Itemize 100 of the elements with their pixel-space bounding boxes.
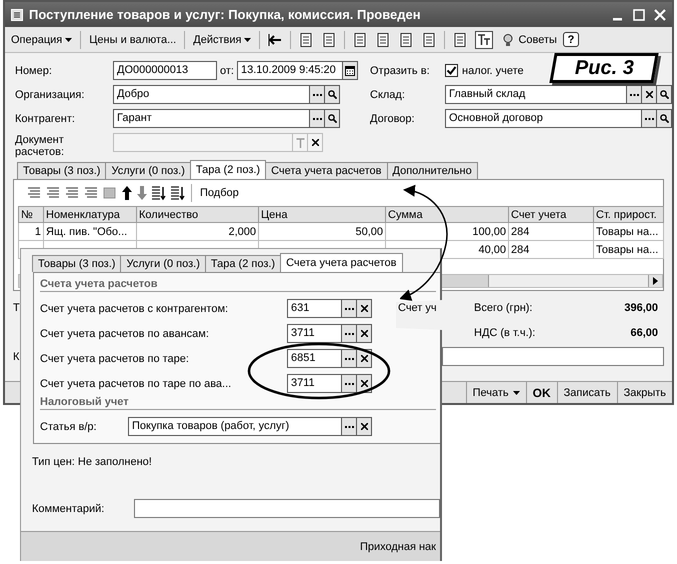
ellipsis-icon <box>630 93 638 96</box>
field-label: Т <box>13 302 20 314</box>
field-label: Отразить в: <box>370 64 431 78</box>
right-arrow-icon[interactable] <box>653 277 658 285</box>
tips-button[interactable]: Советы <box>498 30 560 50</box>
browse-button[interactable] <box>310 109 325 128</box>
input-field[interactable]: Главный склад <box>445 85 627 104</box>
tab[interactable]: Тара (2 поз.) <box>204 255 282 272</box>
table-cell: Ящ. пив. "Обо... <box>44 222 136 240</box>
date-field[interactable]: 13.10.2009 9:45:20 <box>236 61 343 80</box>
table-cell: Товары на... <box>594 222 664 240</box>
tab[interactable]: Тара (2 поз.) <box>190 160 266 179</box>
caret-icon <box>512 390 520 394</box>
action-button[interactable]: Закрыть <box>616 382 672 403</box>
tab[interactable]: Услуги (0 поз.) <box>105 162 191 179</box>
total-label: НДС (в т.ч.): <box>473 326 536 338</box>
search-button[interactable] <box>325 85 340 104</box>
column-header[interactable]: Ст. прирост. <box>594 206 664 222</box>
browse-button[interactable] <box>342 374 357 393</box>
column-header[interactable]: № <box>18 206 44 222</box>
field-label: Счет учета расчетов по таре: <box>40 352 190 364</box>
search-icon <box>328 114 336 123</box>
clear-button[interactable] <box>357 417 372 436</box>
close-icon <box>312 139 318 146</box>
ellipsis-icon <box>344 307 354 310</box>
list-icon[interactable] <box>83 185 99 201</box>
ellipsis-icon <box>344 425 354 428</box>
tab[interactable]: Счета учета расчетов <box>265 162 388 179</box>
tab[interactable]: Счета учета расчетов <box>280 253 403 272</box>
input-field[interactable]: Основной договор <box>445 109 642 128</box>
field-label: Контрагент: <box>15 112 76 126</box>
number-field[interactable]: ДО000000013 <box>113 61 217 80</box>
input-field[interactable]: 631 <box>287 299 342 318</box>
checkbox[interactable] <box>445 64 458 77</box>
list-icon[interactable] <box>26 185 42 201</box>
table-cell: 50,00 <box>258 222 386 240</box>
up-arrow-icon[interactable] <box>121 185 133 201</box>
column-header[interactable]: Номенклатура <box>44 206 136 222</box>
input-field[interactable]: 3711 <box>287 324 342 343</box>
ellipsis-icon <box>344 382 354 385</box>
list-icon[interactable] <box>64 185 80 201</box>
search-button[interactable] <box>657 109 672 128</box>
field-label: Счет учета расчетов по таре по ава... <box>40 378 232 390</box>
search-button[interactable] <box>657 85 672 104</box>
text-format-icon[interactable] <box>475 30 494 48</box>
menu-button[interactable]: Операция <box>8 30 76 48</box>
browse-button[interactable] <box>627 85 642 104</box>
column-header[interactable]: Счет учета <box>508 206 594 222</box>
table-cell: Товары на... <box>594 240 664 258</box>
sort-icon[interactable] <box>170 185 186 201</box>
field-label: Счет учета расчетов с контрагентом: <box>40 302 230 314</box>
list-icon[interactable] <box>45 185 61 201</box>
browse-button[interactable] <box>342 417 357 436</box>
tab[interactable]: Товары (3 поз.) <box>17 162 106 179</box>
field-label: Организация: <box>15 88 86 102</box>
arrow-icon[interactable] <box>267 32 284 48</box>
caret-icon <box>244 38 252 42</box>
tab[interactable]: Дополнительно <box>386 162 478 179</box>
sort-icon[interactable] <box>151 185 167 201</box>
help-button[interactable]: ? <box>562 32 579 47</box>
total-value: 396,00 <box>623 302 658 314</box>
selection-button[interactable]: Подбор <box>197 184 242 202</box>
column-header[interactable]: Цена <box>258 206 386 222</box>
action-button[interactable]: Записать <box>556 382 617 403</box>
search-button[interactable] <box>325 109 340 128</box>
comment-field[interactable] <box>134 499 440 518</box>
browse-button[interactable] <box>642 109 657 128</box>
action-button[interactable]: Печать <box>466 382 526 403</box>
comment-field[interactable] <box>442 347 664 366</box>
ellipsis-icon <box>344 357 354 360</box>
calendar-button[interactable] <box>342 61 358 80</box>
column-header[interactable]: Сумма <box>386 206 508 222</box>
menu-button[interactable]: Действия <box>190 30 254 48</box>
close-icon <box>646 91 652 98</box>
input-field[interactable]: Добро <box>113 85 310 104</box>
browse-button[interactable] <box>342 299 357 318</box>
column-header[interactable]: Количество <box>136 206 258 222</box>
input-field[interactable]: 3711 <box>287 374 342 393</box>
browse-button[interactable] <box>310 85 325 104</box>
group-title: Налоговый учет <box>40 396 436 410</box>
toolbar-button[interactable]: Цены и валюта... <box>86 30 180 48</box>
ellipsis-icon <box>312 93 322 96</box>
input-field[interactable]: Гарант <box>113 109 310 128</box>
clear-button[interactable] <box>642 85 657 104</box>
checkmark-icon <box>446 65 457 76</box>
browse-button[interactable] <box>342 324 357 343</box>
field-label: от: <box>220 64 234 76</box>
clear-button[interactable] <box>357 299 372 318</box>
tab[interactable]: Услуги (0 поз.) <box>120 255 206 272</box>
clear-button[interactable] <box>308 133 323 152</box>
input-field[interactable]: Покупка товаров (работ, услуг) <box>128 417 342 436</box>
ellipsis-icon <box>312 117 322 120</box>
input-field[interactable]: 6851 <box>287 349 342 368</box>
search-icon <box>328 90 336 99</box>
close-icon[interactable] <box>654 8 666 20</box>
tab[interactable]: Товары (3 поз.) <box>32 255 122 272</box>
clear-button[interactable] <box>357 324 372 343</box>
browse-button[interactable] <box>342 349 357 368</box>
action-button[interactable]: OK <box>526 382 557 403</box>
maximize-icon[interactable] <box>633 8 645 20</box>
